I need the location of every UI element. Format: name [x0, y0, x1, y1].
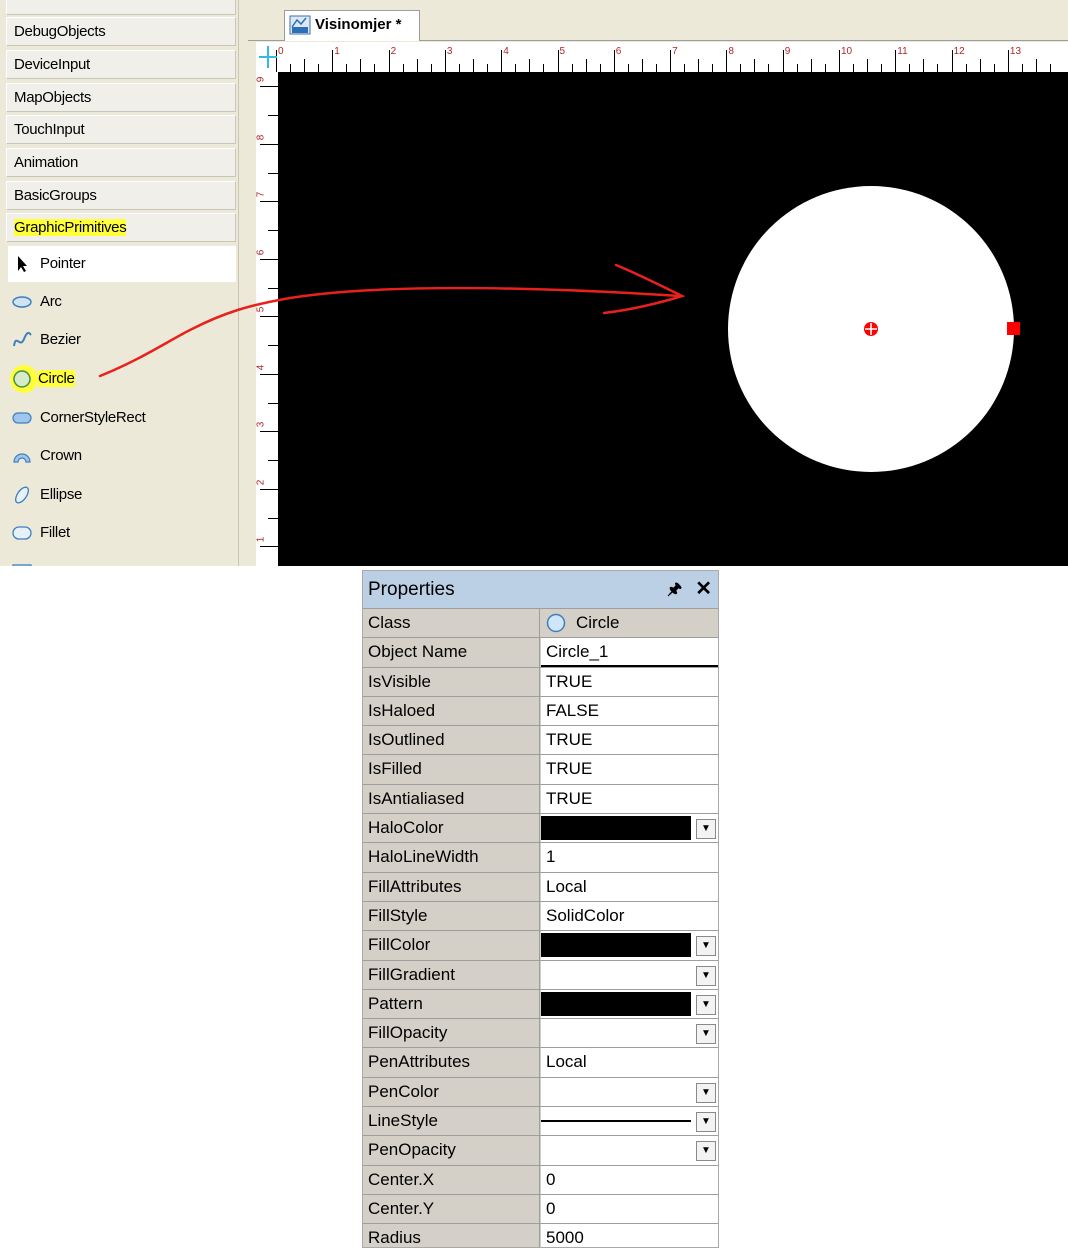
property-row[interactable]: IsOutlined TRUE: [363, 725, 718, 755]
property-key: PenOpacity: [363, 1136, 540, 1165]
properties-title: Properties: [368, 579, 455, 600]
property-key: PenAttributes: [363, 1048, 540, 1077]
color-swatch: [541, 1138, 691, 1163]
property-row[interactable]: IsHaloed FALSE: [363, 695, 718, 726]
property-row[interactable]: IsAntialiased TRUE: [363, 783, 718, 814]
property-value[interactable]: Local: [541, 872, 718, 901]
property-row[interactable]: PenAttributes Local: [363, 1047, 718, 1077]
property-key: IsHaloed: [363, 696, 540, 726]
property-key: HaloColor: [363, 814, 540, 843]
properties-title-bar: Properties 🖈 ✕: [363, 571, 718, 608]
property-value[interactable]: ▼: [541, 989, 718, 1019]
color-swatch: [541, 933, 691, 958]
dropdown-arrow-icon[interactable]: ▼: [696, 1082, 716, 1103]
property-key: LineStyle: [363, 1107, 540, 1136]
property-key: HaloLineWidth: [363, 843, 540, 872]
property-grid: Class Circle Object Name Circle_1 IsVisible T…: [363, 608, 718, 1247]
dropdown-arrow-icon[interactable]: ▼: [696, 1112, 716, 1133]
property-key: Object Name: [363, 638, 540, 667]
property-row[interactable]: FillStyle SolidColor: [363, 900, 718, 931]
property-row[interactable]: LineStyle ▼: [363, 1106, 718, 1136]
dropdown-arrow-icon[interactable]: ▼: [696, 994, 716, 1015]
property-value[interactable]: TRUE: [541, 784, 718, 814]
property-row[interactable]: PenOpacity ▼: [363, 1135, 718, 1165]
circle-icon: [546, 613, 566, 633]
property-key: PenColor: [363, 1077, 540, 1107]
property-row[interactable]: HaloLineWidth 1: [363, 842, 718, 872]
dropdown-arrow-icon[interactable]: ▼: [696, 819, 716, 840]
property-value[interactable]: ▼: [541, 1136, 718, 1165]
property-value[interactable]: TRUE: [541, 667, 718, 696]
property-value[interactable]: ▼: [541, 1077, 718, 1107]
property-row[interactable]: Pattern ▼: [363, 988, 718, 1019]
property-key: Pattern: [363, 989, 540, 1019]
property-value[interactable]: ▼: [541, 814, 718, 843]
color-swatch: [541, 991, 691, 1016]
color-swatch: [541, 1079, 691, 1104]
dropdown-arrow-icon[interactable]: ▼: [696, 1141, 716, 1162]
property-key: Radius: [363, 1224, 540, 1247]
property-value[interactable]: Circle: [541, 609, 718, 638]
property-row[interactable]: FillGradient ▼: [363, 959, 718, 989]
property-key: FillColor: [363, 931, 540, 960]
property-key: IsVisible: [363, 667, 540, 696]
property-key: FillAttributes: [363, 872, 540, 901]
color-swatch: [541, 962, 691, 987]
dropdown-arrow-icon[interactable]: ▼: [696, 965, 716, 986]
property-row[interactable]: FillOpacity ▼: [363, 1018, 718, 1048]
properties-panel: Properties 🖈 ✕ Class Circle Object Name Cir…: [362, 570, 719, 1248]
dropdown-arrow-icon[interactable]: ▼: [696, 1024, 716, 1045]
property-key: FillOpacity: [363, 1019, 540, 1048]
property-row[interactable]: Radius 5000: [363, 1223, 718, 1247]
property-row[interactable]: FillAttributes Local: [363, 871, 718, 901]
property-value[interactable]: ▼: [541, 960, 718, 989]
property-key: Class: [363, 609, 540, 638]
property-value[interactable]: FALSE: [541, 696, 718, 726]
property-value[interactable]: Local: [541, 1048, 718, 1077]
property-key: FillStyle: [363, 901, 540, 931]
color-swatch: [541, 816, 691, 841]
property-value[interactable]: 0: [541, 1165, 718, 1194]
property-value[interactable]: SolidColor: [541, 901, 718, 931]
pin-icon[interactable]: 🖈: [667, 571, 682, 608]
property-row[interactable]: PenColor ▼: [363, 1076, 718, 1107]
property-row[interactable]: Center.X 0: [363, 1164, 718, 1194]
property-key: IsAntialiased: [363, 784, 540, 814]
property-value[interactable]: ▼: [541, 931, 718, 960]
property-value[interactable]: ▼: [541, 1019, 718, 1048]
property-value[interactable]: TRUE: [541, 726, 718, 755]
property-row[interactable]: Center.Y 0: [363, 1193, 718, 1224]
property-key: FillGradient: [363, 960, 540, 989]
property-value-text: Circle: [576, 613, 620, 632]
property-value[interactable]: 0: [541, 1194, 718, 1224]
property-key: Center.X: [363, 1165, 540, 1194]
property-key: IsFilled: [363, 755, 540, 784]
color-swatch: [541, 1109, 691, 1134]
property-row[interactable]: FillColor ▼: [363, 930, 718, 960]
property-value[interactable]: Circle_1: [541, 638, 718, 667]
property-value[interactable]: ▼: [541, 1107, 718, 1136]
close-icon[interactable]: ✕: [695, 571, 712, 608]
color-swatch: [541, 1021, 691, 1046]
property-row[interactable]: Class Circle: [363, 608, 718, 638]
property-row[interactable]: IsVisible TRUE: [363, 666, 718, 696]
property-value[interactable]: TRUE: [541, 755, 718, 784]
annotation-arrow: [98, 263, 686, 378]
property-value[interactable]: 5000: [541, 1224, 718, 1247]
property-row[interactable]: Object Name Circle_1: [363, 637, 718, 667]
property-key: Center.Y: [363, 1194, 540, 1224]
property-key: IsOutlined: [363, 726, 540, 755]
property-row[interactable]: IsFilled TRUE: [363, 754, 718, 784]
property-value[interactable]: 1: [541, 843, 718, 872]
property-row[interactable]: HaloColor ▼: [363, 813, 718, 843]
dropdown-arrow-icon[interactable]: ▼: [696, 936, 716, 957]
